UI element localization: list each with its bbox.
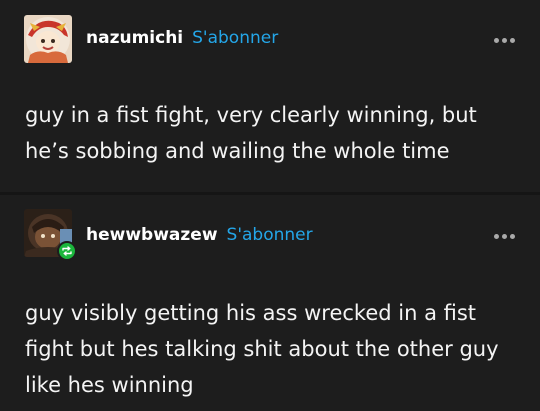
follow-button[interactable]: S'abonner <box>192 28 278 48</box>
username[interactable]: hewwbwazew <box>86 225 218 245</box>
avatar[interactable] <box>24 15 72 63</box>
post-header: hewwbwazew S'abonner <box>86 225 492 245</box>
post-text: guy visibly getting his ass wrecked in a… <box>25 301 499 397</box>
reblog-icon <box>57 241 77 261</box>
post: nazumichi S'abonner guy in a fist fight,… <box>0 0 540 192</box>
post: hewwbwazew S'abonner guy visibly getting… <box>0 195 540 411</box>
more-horizontal-icon[interactable] <box>492 232 518 242</box>
username[interactable]: nazumichi <box>86 28 183 48</box>
more-horizontal-icon[interactable] <box>492 36 518 46</box>
post-header: nazumichi S'abonner <box>86 28 492 48</box>
follow-button[interactable]: S'abonner <box>227 225 313 245</box>
post-text: guy in a fist fight, very clearly winnin… <box>25 103 477 163</box>
